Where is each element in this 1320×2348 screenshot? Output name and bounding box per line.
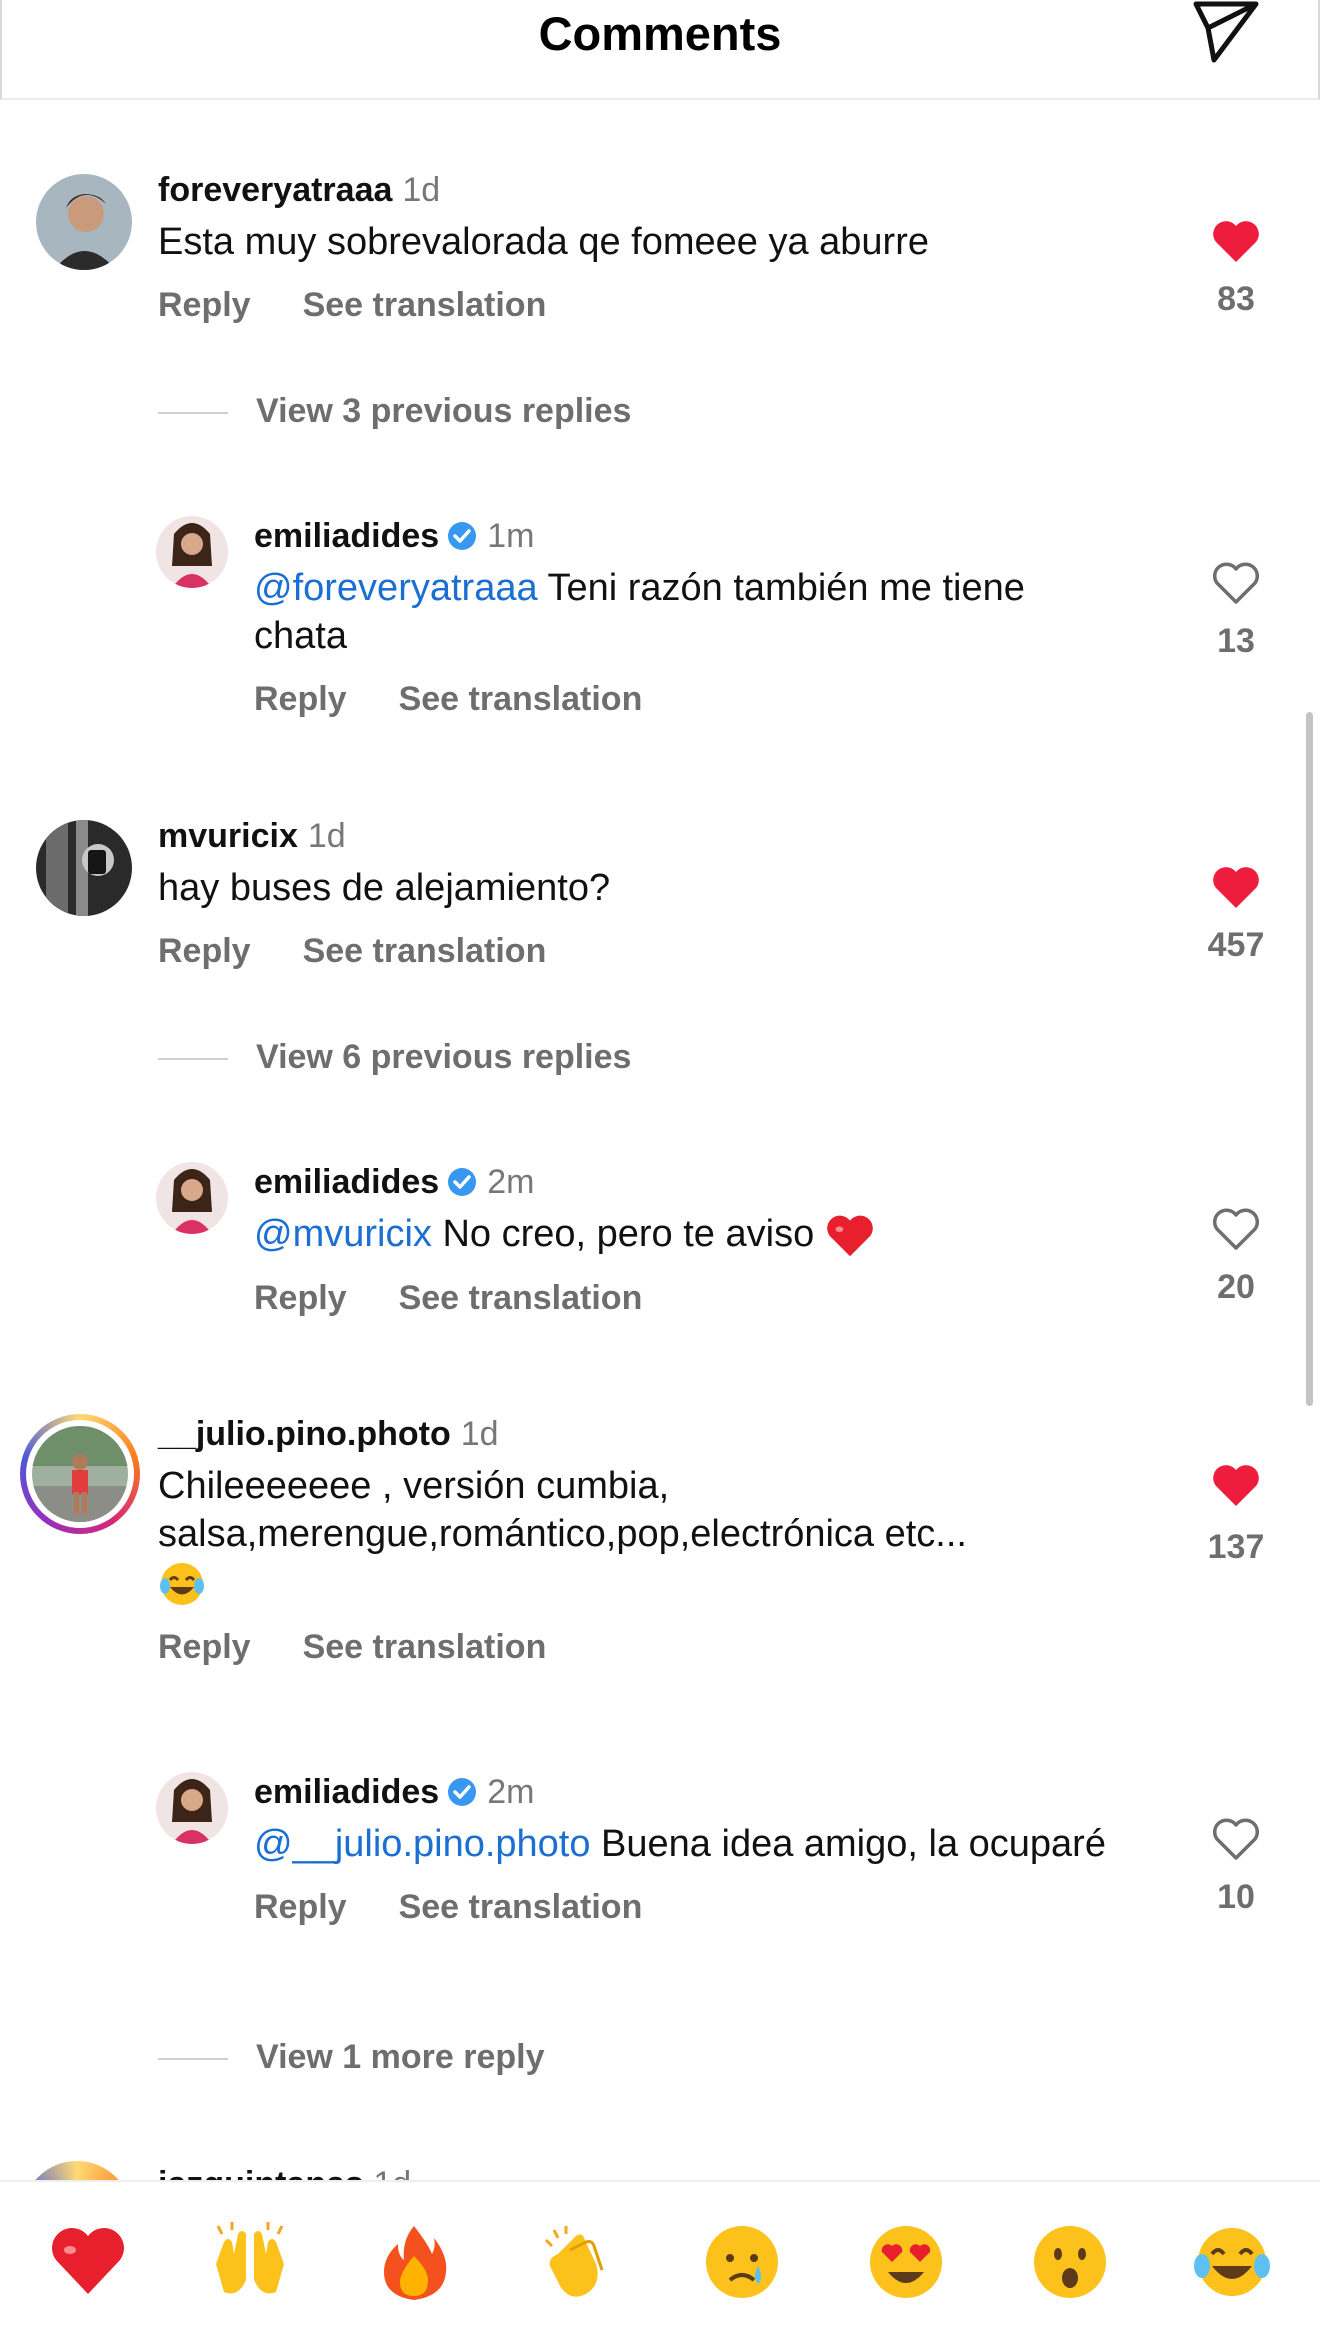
comment-time: 2m <box>487 1163 535 1201</box>
username[interactable]: __julio.pino.photo <box>158 1415 451 1453</box>
verified-badge-icon <box>448 1168 477 1196</box>
like-control: 13 <box>1188 560 1284 661</box>
like-control: 83 <box>1188 218 1284 319</box>
view-previous-replies[interactable]: View 3 previous replies <box>158 392 631 431</box>
view-previous-replies[interactable]: View 6 previous replies <box>158 1038 631 1077</box>
surprised-face-emoji-icon[interactable] <box>1028 2220 1112 2304</box>
divider <box>158 412 228 415</box>
comment-body: No creo, pero te aviso <box>431 1213 815 1255</box>
clapping-hands-emoji-icon[interactable] <box>536 2220 620 2304</box>
divider <box>158 2058 228 2061</box>
avatar[interactable] <box>156 516 228 588</box>
red-heart-emoji-icon[interactable] <box>46 2220 130 2304</box>
avatar[interactable] <box>36 820 132 916</box>
like-control: 137 <box>1188 1462 1284 1567</box>
mention-link[interactable]: @foreveryatraaa <box>254 567 538 609</box>
red-heart-emoji-icon <box>826 1215 873 1257</box>
view-replies-label: View 3 previous replies <box>256 392 632 430</box>
reply-button[interactable]: Reply <box>158 932 251 970</box>
raising-hands-emoji-icon[interactable] <box>208 2220 292 2304</box>
reply-button[interactable]: Reply <box>254 1888 347 1926</box>
verified-badge-icon <box>448 522 477 550</box>
heart-filled-icon[interactable] <box>1210 864 1262 910</box>
username[interactable]: emiliadides <box>254 1163 439 1201</box>
scrollbar[interactable] <box>1306 712 1313 1406</box>
reply-button[interactable]: Reply <box>158 286 251 324</box>
see-translation-button[interactable]: See translation <box>303 1628 547 1666</box>
view-replies-label: View 1 more reply <box>256 2038 545 2076</box>
heart-outline-icon[interactable] <box>1210 1206 1262 1252</box>
reply-button[interactable]: Reply <box>254 680 347 718</box>
crying-face-emoji-icon[interactable] <box>700 2220 784 2304</box>
like-count: 83 <box>1217 280 1255 318</box>
username[interactable]: mvuricix <box>158 817 298 855</box>
like-count: 13 <box>1217 622 1255 660</box>
divider <box>158 1058 228 1061</box>
send-icon[interactable] <box>1190 0 1262 64</box>
heart-outline-icon[interactable] <box>1210 560 1262 606</box>
comment-text: @__julio.pino.photo Buena idea amigo, la… <box>254 1820 1114 1868</box>
comment-text: hay buses de alejamiento? <box>158 867 611 909</box>
heart-eyes-emoji-icon[interactable] <box>864 2220 948 2304</box>
tears-of-joy-emoji-icon <box>160 1562 204 1605</box>
see-translation-button[interactable]: See translation <box>399 1888 643 1926</box>
like-control: 10 <box>1188 1816 1284 1917</box>
like-count: 457 <box>1207 926 1265 964</box>
avatar[interactable] <box>36 174 132 270</box>
username[interactable]: foreveryatraaa <box>158 171 392 209</box>
see-translation-button[interactable]: See translation <box>399 680 643 718</box>
comment-time: 1d <box>373 2165 411 2180</box>
heart-outline-icon[interactable] <box>1210 1816 1262 1862</box>
comment-time: 1m <box>487 517 535 555</box>
like-count: 20 <box>1217 1268 1255 1306</box>
username[interactable]: emiliadides <box>254 517 439 555</box>
view-more-replies[interactable]: View 1 more reply <box>158 2038 545 2077</box>
see-translation-button[interactable]: See translation <box>303 932 547 970</box>
comment-time: 1d <box>460 1415 499 1453</box>
mention-link[interactable]: @mvuricix <box>254 1213 432 1255</box>
comment-body: Buena idea amigo, la ocuparé <box>590 1823 1106 1865</box>
avatar[interactable] <box>156 1162 228 1234</box>
view-replies-label: View 6 previous replies <box>256 1038 632 1076</box>
comment-text: Chileeeeeee , versión cumbia, salsa,mere… <box>158 1462 1158 1608</box>
like-control: 20 <box>1188 1206 1284 1307</box>
comment-body: Chileeeeeee , versión cumbia, salsa,mere… <box>158 1465 967 1555</box>
verified-badge-icon <box>448 1778 477 1806</box>
mention-link[interactable]: @__julio.pino.photo <box>254 1823 591 1865</box>
reply-button[interactable]: Reply <box>158 1628 251 1666</box>
reply-button[interactable]: Reply <box>254 1279 347 1317</box>
see-translation-button[interactable]: See translation <box>303 286 547 324</box>
comments-header: Comments <box>0 0 1320 100</box>
comment-time: 1d <box>307 817 346 855</box>
comment-text: @mvuricix No creo, pero te aviso <box>254 1210 875 1259</box>
page-title: Comments <box>538 7 782 60</box>
comment-time: 2m <box>487 1773 535 1811</box>
heart-filled-icon[interactable] <box>1210 218 1262 264</box>
partial-comment: jazquintanas 1d <box>0 2155 1320 2180</box>
username[interactable]: jazquintanas <box>158 2165 364 2180</box>
comment-text: @foreveryatraaa Teni razón también me ti… <box>254 564 1114 660</box>
like-count: 10 <box>1217 1878 1255 1916</box>
username[interactable]: emiliadides <box>254 1773 439 1811</box>
like-count: 137 <box>1207 1528 1265 1566</box>
comment-text: Esta muy sobrevalorada qe fomeee ya abur… <box>158 221 929 263</box>
like-control: 457 <box>1188 864 1284 965</box>
tears-of-joy-emoji-icon[interactable] <box>1190 2220 1274 2304</box>
see-translation-button[interactable]: See translation <box>399 1279 643 1317</box>
heart-filled-icon[interactable] <box>1210 1462 1262 1508</box>
avatar[interactable] <box>156 1772 228 1844</box>
fire-emoji-icon[interactable] <box>372 2220 456 2304</box>
quick-reaction-bar <box>0 2180 1320 2348</box>
comment-time: 1d <box>402 171 441 209</box>
avatar-story-ring[interactable] <box>22 2161 132 2180</box>
avatar-story-ring[interactable] <box>20 1414 140 1534</box>
